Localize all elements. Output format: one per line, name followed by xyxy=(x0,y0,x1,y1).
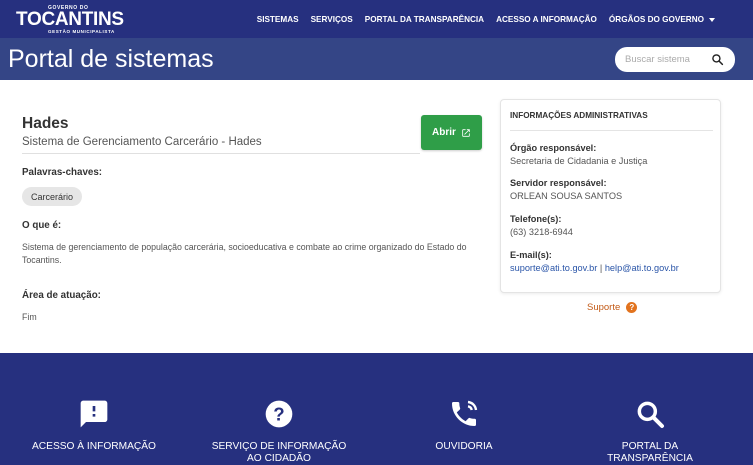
area-label: Área de atuação: xyxy=(22,290,101,301)
government-logo[interactable]: GOVERNO DO TOCANTINS GESTÃO MUNICIPALIST… xyxy=(16,5,124,35)
footer-label: SERVIÇO DE INFORMAÇÃO AO CIDADÃO xyxy=(211,441,347,464)
phone-value: (63) 3218-6944 xyxy=(510,227,573,237)
email-label: E-mail(s): xyxy=(510,250,552,260)
nav-item-orgaos-governo[interactable]: ÓRGÃOS DO GOVERNO xyxy=(609,15,715,24)
search-icon xyxy=(637,401,664,428)
server-value: ORLEAN SOUSA SANTOS xyxy=(510,191,623,201)
svg-text:?: ? xyxy=(273,404,284,425)
info-alert-icon xyxy=(80,400,108,428)
nav-item-acesso-informacao[interactable]: ACESSO A INFORMAÇÃO xyxy=(496,15,597,24)
footer: ACESSO À INFORMAÇÃO ? SERVIÇO DE INFORMA… xyxy=(0,353,753,465)
nav-item-portal-transparencia[interactable]: PORTAL DA TRANSPARÊNCIA xyxy=(365,15,484,24)
open-system-button[interactable]: Abrir xyxy=(421,115,482,150)
admin-info-card: INFORMAÇÕES ADMINISTRATIVAS Órgão respon… xyxy=(500,99,721,293)
email-link-help[interactable]: help@ati.to.gov.br xyxy=(605,263,679,273)
nav-item-servicos[interactable]: SERVIÇOS xyxy=(311,15,353,24)
logo-line-3: GESTÃO MUNICIPALISTA xyxy=(48,29,115,34)
system-description: Sistema de Gerenciamento Carcerário - Ha… xyxy=(22,136,262,148)
chevron-down-icon xyxy=(709,17,715,22)
search-box xyxy=(615,47,735,72)
open-button-label: Abrir xyxy=(432,127,456,138)
email-link-suporte[interactable]: suporte@ati.to.gov.br xyxy=(510,263,597,273)
nav-item-sistemas[interactable]: SISTEMAS xyxy=(257,15,299,24)
support-label: Suporte xyxy=(587,302,621,313)
page-title: Portal de sistemas xyxy=(8,45,214,73)
phone-label: Telefone(s): xyxy=(510,214,562,224)
footer-label: OUVIDORIA xyxy=(435,441,493,452)
footer-label: PORTAL DA TRANSPARÊNCIA xyxy=(607,441,693,464)
help-icon: ? xyxy=(626,302,638,313)
question-icon: ? xyxy=(265,400,293,428)
server-label: Servidor responsável: xyxy=(510,178,607,188)
main-nav: SISTEMAS SERVIÇOS PORTAL DA TRANSPARÊNCI… xyxy=(245,15,715,24)
system-name: Hades xyxy=(22,115,69,132)
divider xyxy=(22,153,420,154)
email-separator: | xyxy=(599,263,603,273)
nav-item-orgaos-label: ÓRGÃOS DO GOVERNO xyxy=(608,15,704,24)
area-value: Fim xyxy=(22,312,37,322)
email-list: suporte@ati.to.gov.br | help@ati.to.gov.… xyxy=(510,263,679,273)
keywords-label: Palavras-chaves: xyxy=(22,167,103,178)
footer-item-acesso-informacao[interactable]: ACESSO À INFORMAÇÃO xyxy=(30,353,158,465)
search-icon[interactable] xyxy=(711,53,724,66)
org-value: Secretaria de Cidadania e Justiça xyxy=(510,156,648,166)
org-label: Órgão responsável: xyxy=(510,143,597,153)
logo-line-2: TOCANTINS xyxy=(16,9,124,30)
top-navbar: GOVERNO DO TOCANTINS GESTÃO MUNICIPALIST… xyxy=(0,0,753,38)
support-link[interactable]: Suporte ? xyxy=(587,302,638,313)
what-is-label: O que é: xyxy=(22,220,62,231)
external-link-icon xyxy=(462,128,470,137)
footer-item-ouvidoria[interactable]: OUVIDORIA xyxy=(420,353,508,465)
footer-label: ACESSO À INFORMAÇÃO xyxy=(32,441,156,452)
footer-item-sic[interactable]: ? SERVIÇO DE INFORMAÇÃO AO CIDADÃO xyxy=(205,353,353,465)
footer-item-portal-transparencia[interactable]: PORTAL DA TRANSPARÊNCIA xyxy=(580,353,720,465)
search-input[interactable] xyxy=(625,52,710,67)
keyword-chip[interactable]: Carcerário xyxy=(22,187,82,206)
phone-icon xyxy=(452,400,478,426)
card-title: INFORMAÇÕES ADMINISTRATIVAS xyxy=(510,111,648,120)
what-is-text: Sistema de gerenciamento de população ca… xyxy=(22,242,467,265)
card-divider xyxy=(510,130,713,131)
